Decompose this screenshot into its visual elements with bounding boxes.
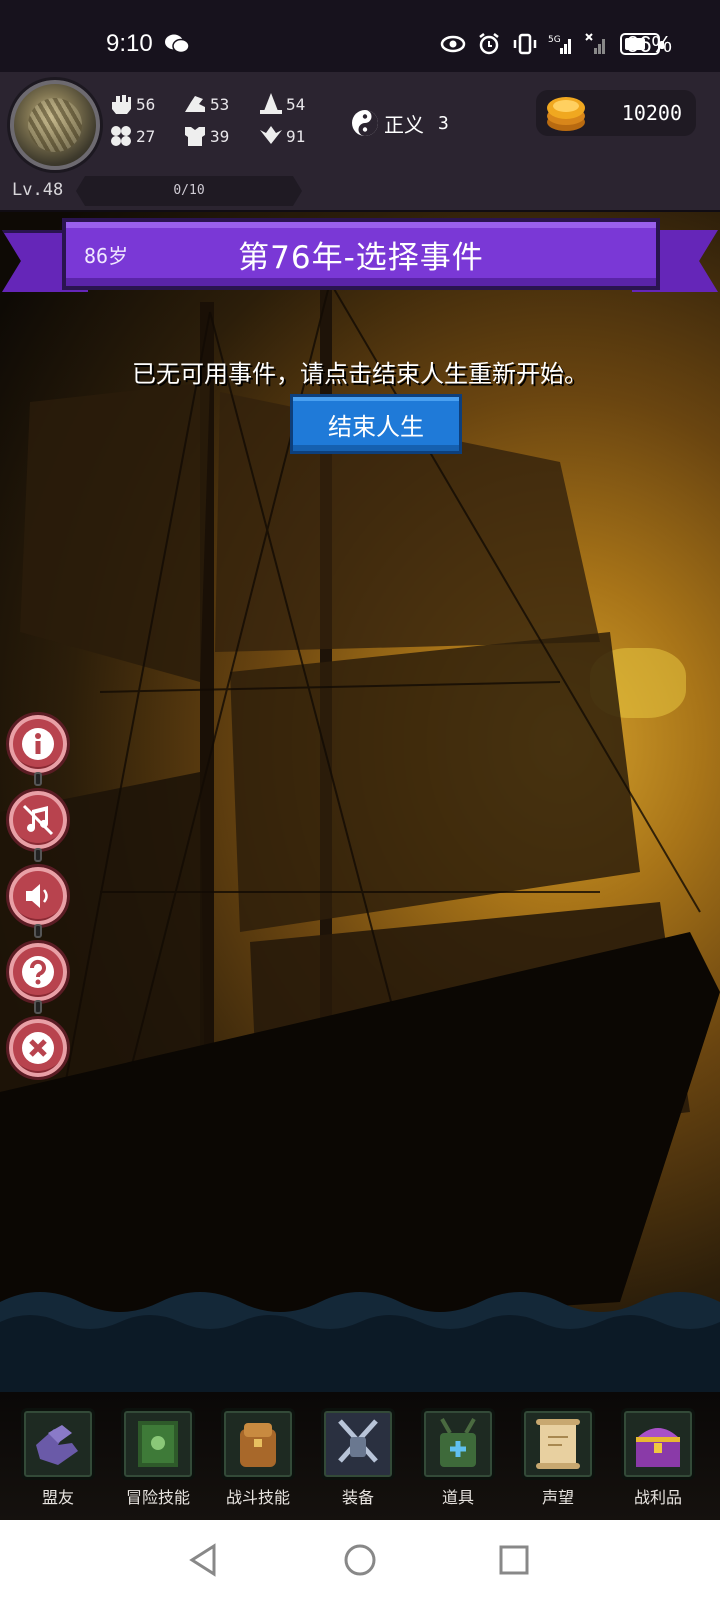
dock-tile [121,1408,195,1480]
help-icon [22,956,54,988]
morality-label: 正义 [384,112,424,137]
system-nav-bar [0,1520,720,1600]
music-off-icon [22,804,54,836]
dock-items[interactable]: 道具 [416,1408,500,1514]
stat-agility: 53 [182,92,229,116]
wizard-hat-icon [260,93,282,114]
close-game-button[interactable] [6,1016,70,1080]
stat-defense: 39 [182,124,229,148]
chain-link [34,848,42,862]
dock-label: 道具 [441,1488,474,1507]
year-title: 第76年-选择事件 [238,240,484,276]
dock-tile [621,1408,695,1480]
stat-value: 53 [210,94,230,114]
stat-magic: 54 [258,92,305,116]
signal-icon [585,33,605,54]
back-nav-icon[interactable] [186,1542,222,1578]
dock-tile [21,1408,95,1480]
dock-tile [221,1408,295,1480]
dock-label: 声望 [541,1488,574,1507]
player-stats-header: 56 53 54 27 39 91 正义 3 10200 Lv.48 0/10 [0,72,720,212]
sound-button[interactable] [6,864,70,928]
status-bar: 9:10 5G 66% [0,0,720,72]
morality-indicator: 正义 3 [350,108,449,138]
dock-adventure-skills[interactable]: 冒险技能 [116,1408,200,1514]
stat-value: 56 [136,94,156,114]
chain-link [34,772,42,786]
ship-background-scene [0,212,720,1392]
yin-yang-icon [352,110,378,136]
stat-spirit: 91 [258,124,305,148]
stat-strength: 56 [108,92,155,116]
bottom-menu-dock: 盟友 冒险技能 战斗技能 装备 道具 声望 战利品 [0,1392,720,1520]
dock-tile [521,1408,595,1480]
fist-icon [112,95,131,114]
dock-tile [421,1408,495,1480]
dock-label: 盟友 [41,1488,74,1507]
year-banner: 86岁 第76年-选择事件 [0,218,720,300]
stat-value: 91 [286,126,306,146]
dock-label: 装备 [341,1488,374,1507]
gold-coins-icon [547,97,585,131]
xp-text: 0/10 [173,183,205,198]
battery-percent: 66% [625,31,672,57]
stat-value: 39 [210,126,230,146]
dock-allies[interactable]: 盟友 [16,1408,100,1514]
dock-reputation[interactable]: 声望 [516,1408,600,1514]
stat-value: 54 [286,94,306,114]
svg-text:5G: 5G [548,35,561,45]
player-avatar[interactable] [10,80,100,170]
stat-luck: 27 [108,124,155,148]
dock-tile [321,1408,395,1480]
armor-icon [185,127,205,146]
recents-nav-icon[interactable] [496,1542,532,1578]
sound-icon [26,884,48,908]
dock-label: 冒险技能 [125,1488,190,1507]
alarm-icon [479,33,499,55]
music-toggle-button[interactable] [6,788,70,852]
eye-icon [440,35,466,53]
info-icon [22,728,54,760]
dock-label: 战斗技能 [225,1488,290,1507]
wings-icon [260,126,282,144]
5g-signal-icon: 5G [548,35,571,54]
status-time: 9:10 [106,30,153,57]
morality-value: 3 [438,112,449,134]
coin-counter: 10200 [536,90,696,136]
dock-combat-skills[interactable]: 战斗技能 [216,1408,300,1514]
end-life-button[interactable]: 结束人生 [290,394,462,454]
help-button[interactable] [6,940,70,1004]
stat-value: 27 [136,126,156,146]
vibrate-icon [513,33,537,55]
crossed-swords-icon [338,1419,378,1463]
clover-icon [111,126,131,146]
home-nav-icon[interactable] [342,1542,378,1578]
player-level: Lv.48 [12,180,64,200]
shoe-icon [185,96,205,112]
gloves-icon [36,1425,78,1465]
dock-equipment[interactable]: 装备 [316,1408,400,1514]
book-icon [138,1421,178,1467]
dock-loot[interactable]: 战利品 [616,1408,700,1514]
close-icon [22,1032,54,1064]
chain-link [34,924,42,938]
backpack-icon [240,1423,276,1467]
scroll-icon [536,1419,580,1469]
dock-label: 战利品 [633,1488,682,1507]
event-message: 已无可用事件，请点击结束人生重新开始。 [132,360,588,388]
satchel-icon [440,1418,476,1467]
coin-value: 10200 [621,101,682,125]
info-button[interactable] [6,712,70,776]
treasure-chest-icon [636,1428,680,1467]
pirate-ship-silhouette [0,272,720,1392]
wechat-icon [165,34,190,54]
xp-bar: 0/10 [76,176,302,206]
chain-link [34,1000,42,1014]
